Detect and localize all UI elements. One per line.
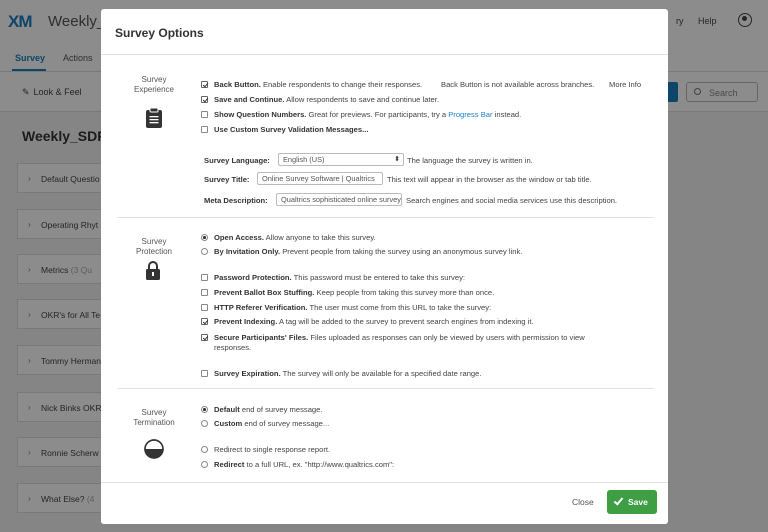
section-divider [117,388,654,389]
prevent-indexing-checkbox[interactable] [201,318,208,325]
meta-description-label: Meta Description: [204,196,268,205]
lock-icon [146,261,160,280]
section-label-protection: Survey Protection [135,237,173,256]
section-divider [117,217,654,218]
clipboard-icon [146,107,162,128]
select-arrows-icon: ⬍ [394,156,400,163]
dialog-title: Survey Options [115,26,204,40]
default-end-message-radio[interactable] [201,406,208,413]
close-button[interactable]: Close [572,497,594,507]
survey-title-help: This text will appear in the browser as … [387,175,592,184]
redirect-report-radio[interactable] [201,446,208,453]
survey-language-help: The language the survey is written in. [407,156,533,165]
open-access-radio[interactable] [201,234,208,241]
section-label-experience: Survey Experience [133,75,175,94]
back-button-checkbox[interactable] [201,81,208,88]
save-and-continue-checkbox[interactable] [201,96,208,103]
ballot-box-checkbox[interactable] [201,289,208,296]
back-button-note: Back Button is not available across bran… [441,80,595,89]
survey-language-select[interactable]: English (US) ⬍ [278,153,404,166]
half-circle-end-icon [144,439,164,459]
redirect-url-radio[interactable] [201,461,208,468]
save-button[interactable]: Save [607,490,657,514]
save-button-label: Save [628,497,648,507]
section-label-termination: Survey Termination [133,408,175,427]
checkmark-icon [613,495,624,506]
http-referer-checkbox[interactable] [201,304,208,311]
survey-title-label: Survey Title: [204,175,250,184]
custom-validation-checkbox[interactable] [201,126,208,133]
by-invitation-only-radio[interactable] [201,248,208,255]
password-protection-checkbox[interactable] [201,274,208,281]
custom-end-message-radio[interactable] [201,420,208,427]
survey-language-label: Survey Language: [204,156,270,165]
survey-expiration-checkbox[interactable] [201,370,208,377]
survey-title-input[interactable]: Online Survey Software | Qualtrics [257,172,383,185]
progress-bar-link[interactable]: Progress Bar [448,110,492,119]
show-question-numbers-checkbox[interactable] [201,111,208,118]
meta-description-input[interactable]: Qualtrics sophisticated online survey [276,193,402,206]
more-info-link[interactable]: More Info [609,80,641,89]
dialog-footer: Close Save [101,482,668,524]
meta-description-help: Search engines and social media services… [406,196,618,205]
secure-files-checkbox[interactable] [201,334,208,341]
survey-options-dialog: Survey Options Survey Experience Back Bu… [101,9,668,524]
dialog-body[interactable]: Survey Experience Back Button. Enable re… [101,55,668,482]
dialog-header: Survey Options [101,9,668,55]
